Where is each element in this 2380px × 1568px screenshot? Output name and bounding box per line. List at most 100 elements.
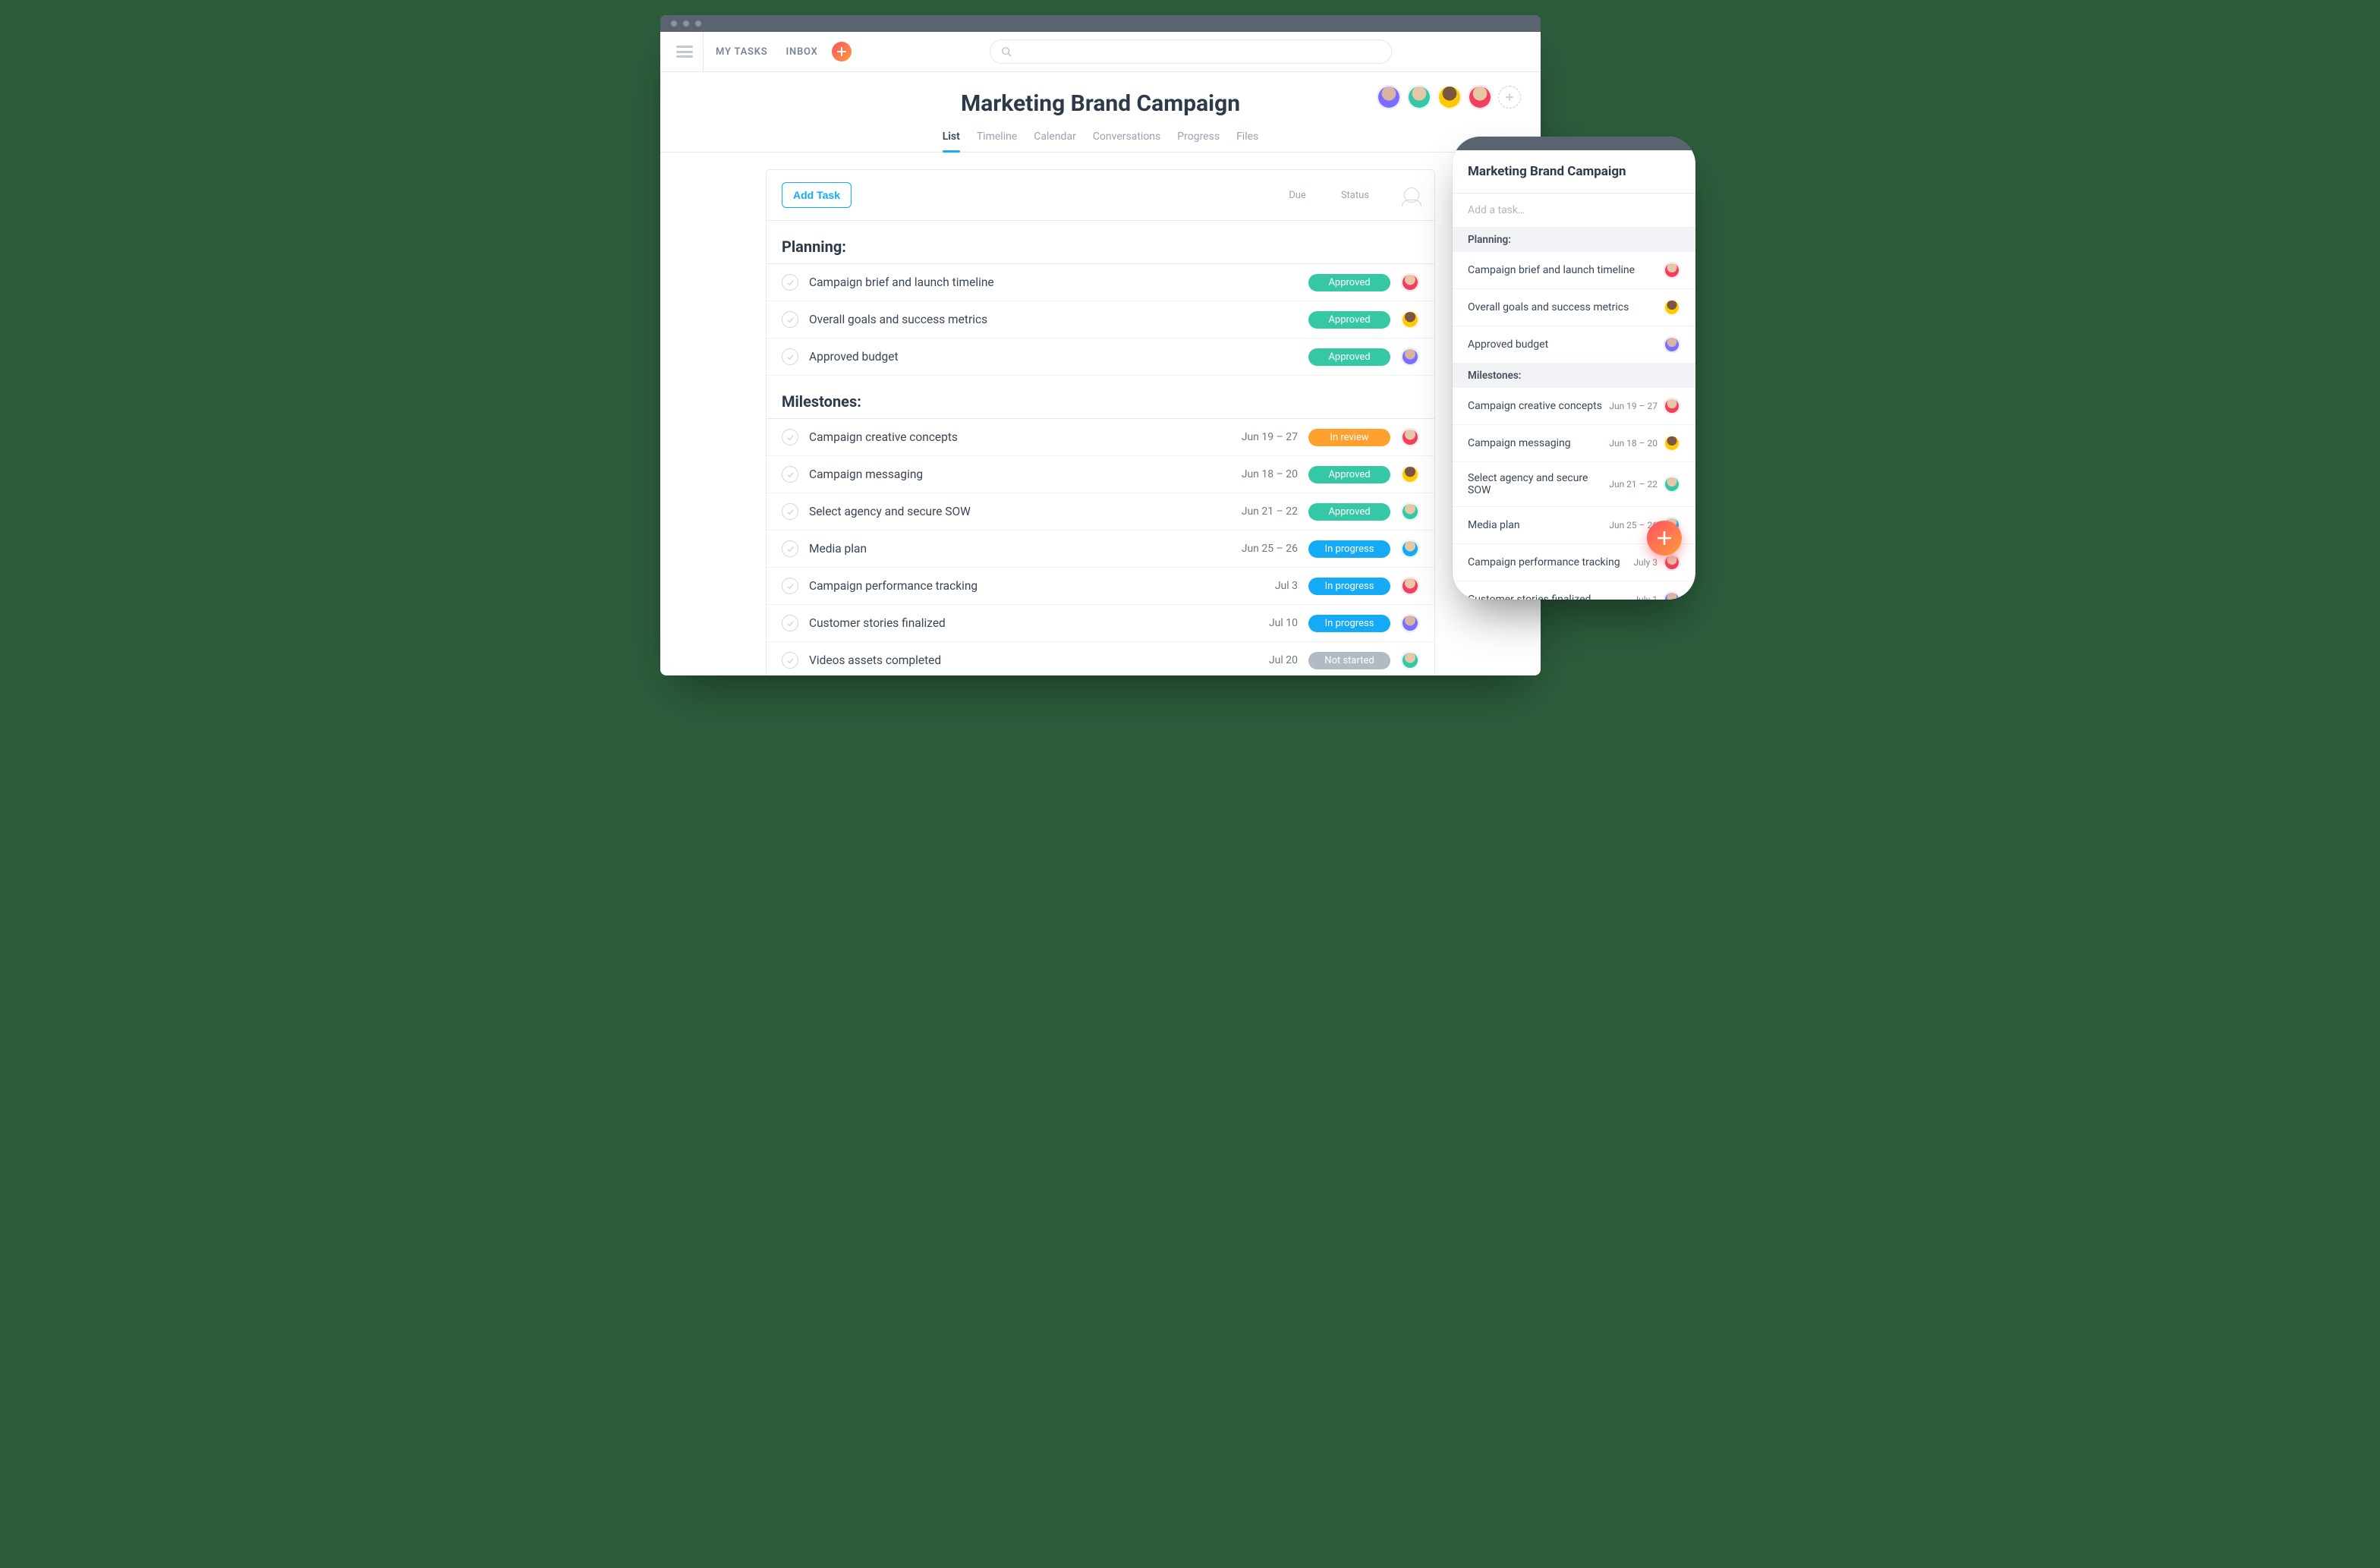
task-row[interactable]: Overall goals and success metricsApprove… <box>767 301 1434 338</box>
add-task-button[interactable]: Add Task <box>782 182 852 208</box>
mobile-task-row[interactable]: Approved budget <box>1453 326 1695 364</box>
complete-toggle[interactable] <box>782 578 798 594</box>
task-row[interactable]: Select agency and secure SOWJun 21 – 22A… <box>767 493 1434 531</box>
section-title: Milestones: <box>767 376 1434 419</box>
member-avatar[interactable] <box>1437 85 1462 109</box>
traffic-light-dot <box>671 20 677 27</box>
mobile-task-name: Approved budget <box>1468 338 1664 351</box>
task-due: Jun 18 – 20 <box>1222 468 1298 480</box>
complete-toggle[interactable] <box>782 311 798 328</box>
nav-my-tasks[interactable]: MY TASKS <box>716 46 767 58</box>
task-row[interactable]: Approved budgetApproved <box>767 338 1434 376</box>
mobile-task-row[interactable]: Overall goals and success metrics <box>1453 289 1695 326</box>
task-row[interactable]: Videos assets completedJul 20Not started <box>767 642 1434 675</box>
tab-timeline[interactable]: Timeline <box>977 131 1017 152</box>
assignee-avatar[interactable] <box>1401 273 1419 291</box>
window-titlebar <box>660 15 1541 32</box>
member-avatar[interactable] <box>1407 85 1431 109</box>
assignee-avatar[interactable] <box>1401 310 1419 329</box>
nav-inbox[interactable]: INBOX <box>785 46 817 58</box>
complete-toggle[interactable] <box>782 348 798 365</box>
mobile-assignee-avatar[interactable] <box>1664 591 1680 600</box>
task-panel: Add Task Due Status Planning:Campaign br… <box>766 169 1435 675</box>
mobile-task-due: July 3 <box>1633 557 1658 568</box>
assignee-icon <box>1404 187 1419 203</box>
mobile-task-name: Customer stories finalized <box>1468 594 1633 600</box>
mobile-task-name: Overall goals and success metrics <box>1468 301 1664 313</box>
mobile-task-due: Jun 19 – 27 <box>1609 401 1658 411</box>
task-name: Campaign creative concepts <box>809 430 1211 444</box>
status-badge: Not started <box>1308 652 1390 669</box>
task-name: Overall goals and success metrics <box>809 313 1211 326</box>
task-name: Videos assets completed <box>809 653 1211 667</box>
mobile-assignee-avatar[interactable] <box>1664 262 1680 279</box>
task-row[interactable]: Campaign messagingJun 18 – 20Approved <box>767 456 1434 493</box>
complete-toggle[interactable] <box>782 615 798 631</box>
task-name: Media plan <box>809 542 1211 556</box>
mobile-task-name: Campaign messaging <box>1468 437 1609 449</box>
mobile-header: Marketing Brand Campaign <box>1453 150 1695 194</box>
mobile-task-row[interactable]: Customer stories finalizedJuly 1 <box>1453 581 1695 600</box>
member-avatar[interactable] <box>1377 85 1401 109</box>
task-due: Jun 19 – 27 <box>1222 431 1298 443</box>
assignee-avatar[interactable] <box>1401 577 1419 595</box>
complete-toggle[interactable] <box>782 503 798 520</box>
mobile-fab[interactable] <box>1647 521 1682 556</box>
complete-toggle[interactable] <box>782 652 798 669</box>
mobile-task-name: Media plan <box>1468 519 1609 531</box>
task-name: Campaign performance tracking <box>809 579 1211 593</box>
mobile-task-row[interactable]: Campaign messagingJun 18 – 20 <box>1453 425 1695 462</box>
section-title: Planning: <box>767 221 1434 264</box>
mobile-task-due: Jun 18 – 20 <box>1609 438 1658 449</box>
menu-button[interactable] <box>666 32 704 71</box>
assignee-avatar[interactable] <box>1401 614 1419 632</box>
status-badge: Approved <box>1308 348 1390 366</box>
mobile-assignee-avatar[interactable] <box>1664 476 1680 493</box>
mobile-assignee-avatar[interactable] <box>1664 435 1680 452</box>
task-name: Select agency and secure SOW <box>809 505 1211 518</box>
tab-calendar[interactable]: Calendar <box>1034 131 1076 152</box>
assignee-avatar[interactable] <box>1401 348 1419 366</box>
tab-conversations[interactable]: Conversations <box>1093 131 1160 152</box>
plus-icon <box>1505 93 1514 102</box>
mobile-title: Marketing Brand Campaign <box>1468 164 1680 179</box>
member-avatar[interactable] <box>1468 85 1492 109</box>
column-status-header: Status <box>1341 190 1369 201</box>
task-due: Jul 10 <box>1222 617 1298 629</box>
task-row[interactable]: Campaign creative conceptsJun 19 – 27In … <box>767 419 1434 456</box>
assignee-avatar[interactable] <box>1401 465 1419 483</box>
task-row[interactable]: Campaign brief and launch timelineApprov… <box>767 264 1434 301</box>
task-row[interactable]: Campaign performance trackingJul 3In pro… <box>767 568 1434 605</box>
tab-list[interactable]: List <box>943 131 960 152</box>
task-row[interactable]: Media planJun 25 – 26In progress <box>767 531 1434 568</box>
top-bar: MY TASKS INBOX <box>660 32 1541 72</box>
status-badge: In progress <box>1308 578 1390 595</box>
project-tabs: List Timeline Calendar Conversations Pro… <box>660 131 1541 153</box>
mobile-assignee-avatar[interactable] <box>1664 336 1680 353</box>
task-name: Campaign brief and launch timeline <box>809 276 1211 289</box>
task-row[interactable]: Customer stories finalizedJul 10In progr… <box>767 605 1434 642</box>
mobile-section-title: Milestones: <box>1453 364 1695 388</box>
mobile-assignee-avatar[interactable] <box>1664 398 1680 414</box>
mobile-assignee-avatar[interactable] <box>1664 299 1680 316</box>
complete-toggle[interactable] <box>782 540 798 557</box>
add-member-button[interactable] <box>1498 86 1521 109</box>
complete-toggle[interactable] <box>782 429 798 446</box>
mobile-task-row[interactable]: Campaign creative conceptsJun 19 – 27 <box>1453 388 1695 425</box>
assignee-avatar[interactable] <box>1401 502 1419 521</box>
tab-progress[interactable]: Progress <box>1177 131 1220 152</box>
quick-add-button[interactable] <box>832 42 852 61</box>
tab-files[interactable]: Files <box>1236 131 1258 152</box>
complete-toggle[interactable] <box>782 274 798 291</box>
assignee-avatar[interactable] <box>1401 428 1419 446</box>
search-input[interactable] <box>990 39 1392 64</box>
assignee-avatar[interactable] <box>1401 651 1419 669</box>
mobile-task-row[interactable]: Campaign brief and launch timeline <box>1453 252 1695 289</box>
mobile-assignee-avatar[interactable] <box>1664 554 1680 571</box>
status-badge: Approved <box>1308 466 1390 483</box>
complete-toggle[interactable] <box>782 466 798 483</box>
assignee-avatar[interactable] <box>1401 540 1419 558</box>
mobile-add-task[interactable]: Add a task… <box>1453 194 1695 228</box>
mobile-task-row[interactable]: Select agency and secure SOWJun 21 – 22 <box>1453 462 1695 507</box>
status-badge: Approved <box>1308 503 1390 521</box>
